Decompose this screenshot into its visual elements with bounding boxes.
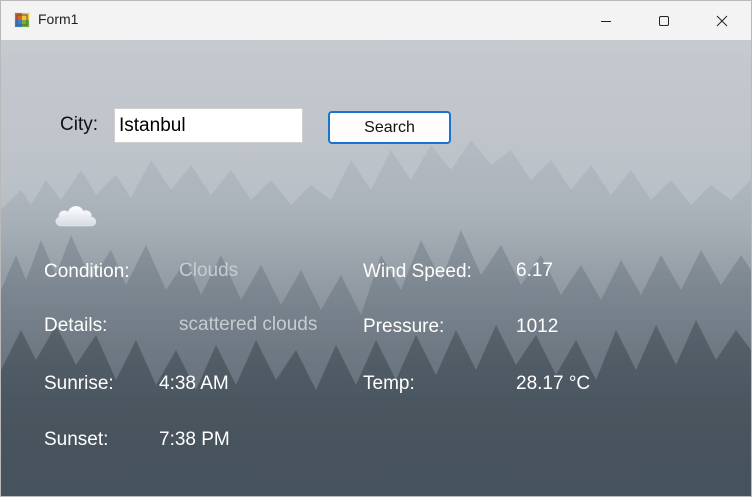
- sunrise-value: 4:38 AM: [159, 373, 229, 394]
- app-window: Form1 City: Istanbul Search Condition: C…: [0, 0, 752, 497]
- app-icon: [14, 12, 30, 28]
- minimize-icon: [601, 20, 611, 22]
- title-bar[interactable]: Form1: [1, 1, 751, 40]
- details-label: Details:: [44, 315, 108, 336]
- sunrise-label: Sunrise:: [44, 373, 114, 394]
- details-value: scattered clouds: [179, 314, 318, 335]
- condition-value: Clouds: [179, 260, 239, 281]
- wind-speed-label: Wind Speed:: [363, 261, 472, 282]
- city-label: City:: [60, 114, 98, 135]
- wind-speed-value: 6.17: [516, 260, 553, 281]
- close-icon: [716, 15, 728, 26]
- cloud-icon: [55, 206, 97, 227]
- window-title: Form1: [38, 11, 79, 27]
- weather-panel: City: Search Condition: Clouds Details: …: [1, 40, 751, 496]
- search-button[interactable]: Search: [328, 111, 451, 144]
- maximize-icon: [659, 15, 669, 26]
- pressure-label: Pressure:: [363, 316, 445, 337]
- city-input[interactable]: [114, 108, 303, 143]
- temp-value: 28.17 °C: [516, 373, 591, 394]
- pressure-value: 1012: [516, 316, 559, 337]
- close-button[interactable]: [693, 1, 751, 40]
- sunset-value: 7:38 PM: [159, 429, 230, 450]
- temp-label: Temp:: [363, 373, 415, 394]
- maximize-button[interactable]: [635, 1, 693, 40]
- sunset-label: Sunset:: [44, 429, 109, 450]
- minimize-button[interactable]: [577, 1, 635, 40]
- condition-label: Condition:: [44, 261, 130, 282]
